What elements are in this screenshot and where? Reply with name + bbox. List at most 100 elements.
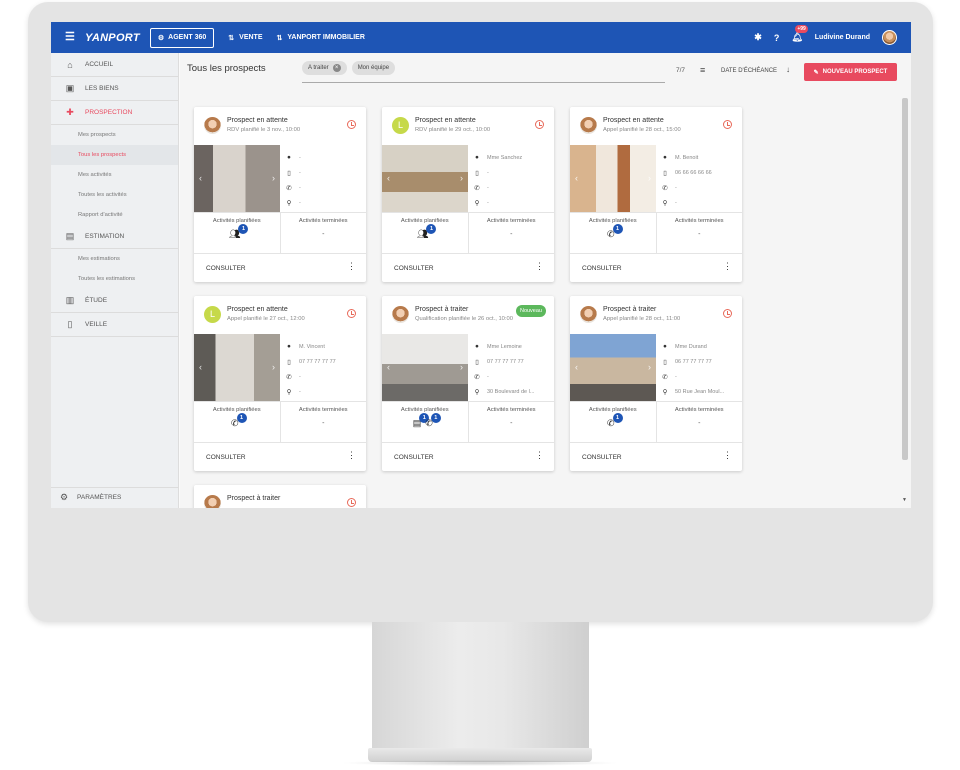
photo-prev-icon[interactable]: ‹ bbox=[387, 173, 390, 183]
prospect-card[interactable]: Prospect en attente Appel planifié le 28 … bbox=[570, 107, 742, 282]
planned-activities[interactable]: Activités planifiées ✆ 1 bbox=[570, 213, 656, 253]
sidebar-label-estimation: ESTIMATION bbox=[85, 233, 125, 240]
photo-prev-icon[interactable]: ‹ bbox=[387, 362, 390, 372]
sidebar-item-estimation[interactable]: ▤ ESTIMATION bbox=[51, 225, 178, 249]
done-activities[interactable]: Activités terminées - bbox=[655, 402, 743, 442]
bug-icon[interactable]: ✱ bbox=[754, 32, 762, 43]
top-navbar: ☰ YANPORT ⚙ AGENT 360 ⇅ VENTE ⇅ YANPORT IMM… bbox=[51, 22, 911, 53]
photo-prev-icon[interactable]: ‹ bbox=[199, 173, 202, 183]
sidebar-sub-mes-estimations[interactable]: Mes estimations bbox=[51, 249, 178, 269]
consult-button[interactable]: CONSULTER bbox=[394, 454, 434, 461]
done-activities[interactable]: Activités terminées - bbox=[655, 213, 743, 253]
planned-activities[interactable]: Activités planifiées ✆ 1 bbox=[194, 402, 280, 442]
agent-360-button[interactable]: ⚙ AGENT 360 bbox=[149, 27, 215, 48]
user-name[interactable]: Ludivine Durand bbox=[815, 34, 870, 41]
phone-number: - bbox=[675, 373, 677, 380]
filter-icon[interactable]: ≡ bbox=[700, 65, 705, 75]
done-activities-label: Activités terminées bbox=[298, 218, 348, 224]
prospect-card[interactable]: L Prospect en attente Appel planifié le 27… bbox=[194, 296, 366, 471]
planned-activities[interactable]: Activités planifiées 👥︎ 1 bbox=[194, 213, 280, 253]
chip-a-traiter[interactable]: A traiter × bbox=[302, 61, 347, 75]
sidebar-label-parametres: PARAMÈTRES bbox=[77, 494, 122, 501]
alarm-clock-icon bbox=[347, 120, 356, 129]
consult-button[interactable]: CONSULTER bbox=[582, 265, 622, 272]
more-vert-icon[interactable]: ⋮ bbox=[535, 262, 544, 271]
phone-icon: ✆ bbox=[662, 373, 668, 381]
prospect-card[interactable]: Prospect en attente RDV planifié le 3 nov… bbox=[194, 107, 366, 282]
done-activities-label: Activités terminées bbox=[486, 407, 536, 413]
sidebar-sub-toutes-estimations[interactable]: Toutes les estimations bbox=[51, 269, 178, 289]
planned-activities[interactable]: Activités planifiées ▤ 1 ✆ 1 bbox=[382, 402, 468, 442]
sidebar-sub-tous-prospects[interactable]: Tous les prospects bbox=[51, 145, 178, 165]
sidebar-item-etude[interactable]: ▥ ÉTUDE bbox=[51, 289, 178, 313]
consult-button[interactable]: CONSULTER bbox=[206, 265, 246, 272]
property-photo[interactable]: ‹ › bbox=[382, 334, 468, 401]
hamburger-menu-icon[interactable]: ☰ bbox=[65, 32, 75, 43]
done-activities-label: Activités terminées bbox=[674, 218, 724, 224]
photo-next-icon[interactable]: › bbox=[460, 362, 463, 372]
phone-number: - bbox=[299, 184, 301, 191]
photo-next-icon[interactable]: › bbox=[272, 173, 275, 183]
planned-activities[interactable]: Activités planifiées ✆ 1 bbox=[570, 402, 656, 442]
done-activities[interactable]: Activités terminées - bbox=[279, 402, 367, 442]
sort-label[interactable]: DATE D'ÉCHÉANCE bbox=[721, 68, 777, 74]
chip-remove-icon[interactable]: × bbox=[332, 64, 341, 72]
property-photo[interactable]: ‹ › bbox=[570, 145, 656, 212]
more-vert-icon[interactable]: ⋮ bbox=[535, 451, 544, 460]
chip-mon-equipe[interactable]: Mon équipe bbox=[351, 61, 396, 75]
sidebar-item-veille[interactable]: ▯ VEILLE bbox=[51, 313, 178, 337]
property-photo[interactable]: ‹ › bbox=[194, 145, 280, 212]
photo-next-icon[interactable]: › bbox=[648, 173, 651, 183]
photo-prev-icon[interactable]: ‹ bbox=[575, 173, 578, 183]
nav-immobilier-label: YANPORT IMMOBILIER bbox=[287, 34, 365, 41]
sidebar-sub-mes-activites[interactable]: Mes activités bbox=[51, 165, 178, 185]
photo-prev-icon[interactable]: ‹ bbox=[575, 362, 578, 372]
sort-arrow-down-icon[interactable]: ↓ bbox=[786, 65, 790, 74]
property-photo[interactable]: ‹ › bbox=[382, 145, 468, 212]
prospect-card[interactable]: Prospect à traiter Qualification planifié… bbox=[382, 296, 554, 471]
consult-button[interactable]: CONSULTER bbox=[206, 454, 246, 461]
property-photo[interactable]: ‹ › bbox=[194, 334, 280, 401]
prospect-avatar bbox=[204, 117, 221, 134]
person-icon: ● bbox=[475, 343, 479, 350]
yanport-logo[interactable]: YANPORT bbox=[85, 32, 140, 44]
done-activities[interactable]: Activités terminées - bbox=[279, 213, 367, 253]
sidebar-sub-toutes-activites[interactable]: Toutes les activités bbox=[51, 185, 178, 205]
user-avatar[interactable] bbox=[882, 30, 897, 45]
sidebar-sub-mes-prospects[interactable]: Mes prospects bbox=[51, 125, 178, 145]
planned-activities[interactable]: Activités planifiées 👥︎ 1 bbox=[382, 213, 468, 253]
sidebar-sub-rapport[interactable]: Rapport d'activité bbox=[51, 205, 178, 225]
vertical-scrollbar[interactable] bbox=[902, 98, 908, 460]
sidebar-item-prospection[interactable]: ✚ PROSPECTION bbox=[51, 101, 178, 125]
person-icon: ● bbox=[287, 154, 291, 161]
done-activities[interactable]: Activités terminées - bbox=[467, 213, 555, 253]
nav-yanport-immobilier[interactable]: ⇅ YANPORT IMMOBILIER bbox=[277, 34, 365, 42]
activity-count-badge: 1 bbox=[238, 224, 249, 234]
photo-next-icon[interactable]: › bbox=[648, 362, 651, 372]
done-activities[interactable]: Activités terminées - bbox=[467, 402, 555, 442]
nav-vente[interactable]: ⇅ VENTE bbox=[228, 34, 262, 42]
sidebar-item-biens[interactable]: ▣ LES BIENS bbox=[51, 77, 178, 101]
photo-prev-icon[interactable]: ‹ bbox=[199, 362, 202, 372]
more-vert-icon[interactable]: ⋮ bbox=[347, 262, 356, 271]
more-vert-icon[interactable]: ⋮ bbox=[347, 451, 356, 460]
help-icon[interactable]: ? bbox=[774, 33, 780, 43]
new-prospect-button[interactable]: ✎ NOUVEAU PROSPECT bbox=[804, 63, 897, 81]
activity-count-badge: 1 bbox=[430, 413, 441, 423]
photo-next-icon[interactable]: › bbox=[460, 173, 463, 183]
more-vert-icon[interactable]: ⋮ bbox=[723, 451, 732, 460]
property-photo[interactable]: ‹ › bbox=[570, 334, 656, 401]
consult-button[interactable]: CONSULTER bbox=[394, 265, 434, 272]
photo-next-icon[interactable]: › bbox=[272, 362, 275, 372]
prospect-card[interactable]: Prospect à traiter bbox=[194, 485, 366, 508]
filter-chips-field[interactable]: A traiter × Mon équipe bbox=[302, 61, 665, 83]
sidebar-item-accueil[interactable]: ⌂ ACCUEIL bbox=[51, 53, 178, 77]
sidebar-item-parametres[interactable]: ⚙ PARAMÈTRES bbox=[51, 487, 179, 507]
done-activities-value: - bbox=[698, 420, 701, 427]
scroll-down-arrow-icon[interactable]: ▼ bbox=[902, 497, 907, 503]
prospect-card[interactable]: Prospect à traiter Appel planifié le 28 o… bbox=[570, 296, 742, 471]
prospect-card[interactable]: L Prospect en attente RDV planifié le 29 o… bbox=[382, 107, 554, 282]
consult-button[interactable]: CONSULTER bbox=[582, 454, 622, 461]
notifications-bell-icon[interactable]: 🔔︎ +99 bbox=[791, 25, 808, 43]
more-vert-icon[interactable]: ⋮ bbox=[723, 262, 732, 271]
